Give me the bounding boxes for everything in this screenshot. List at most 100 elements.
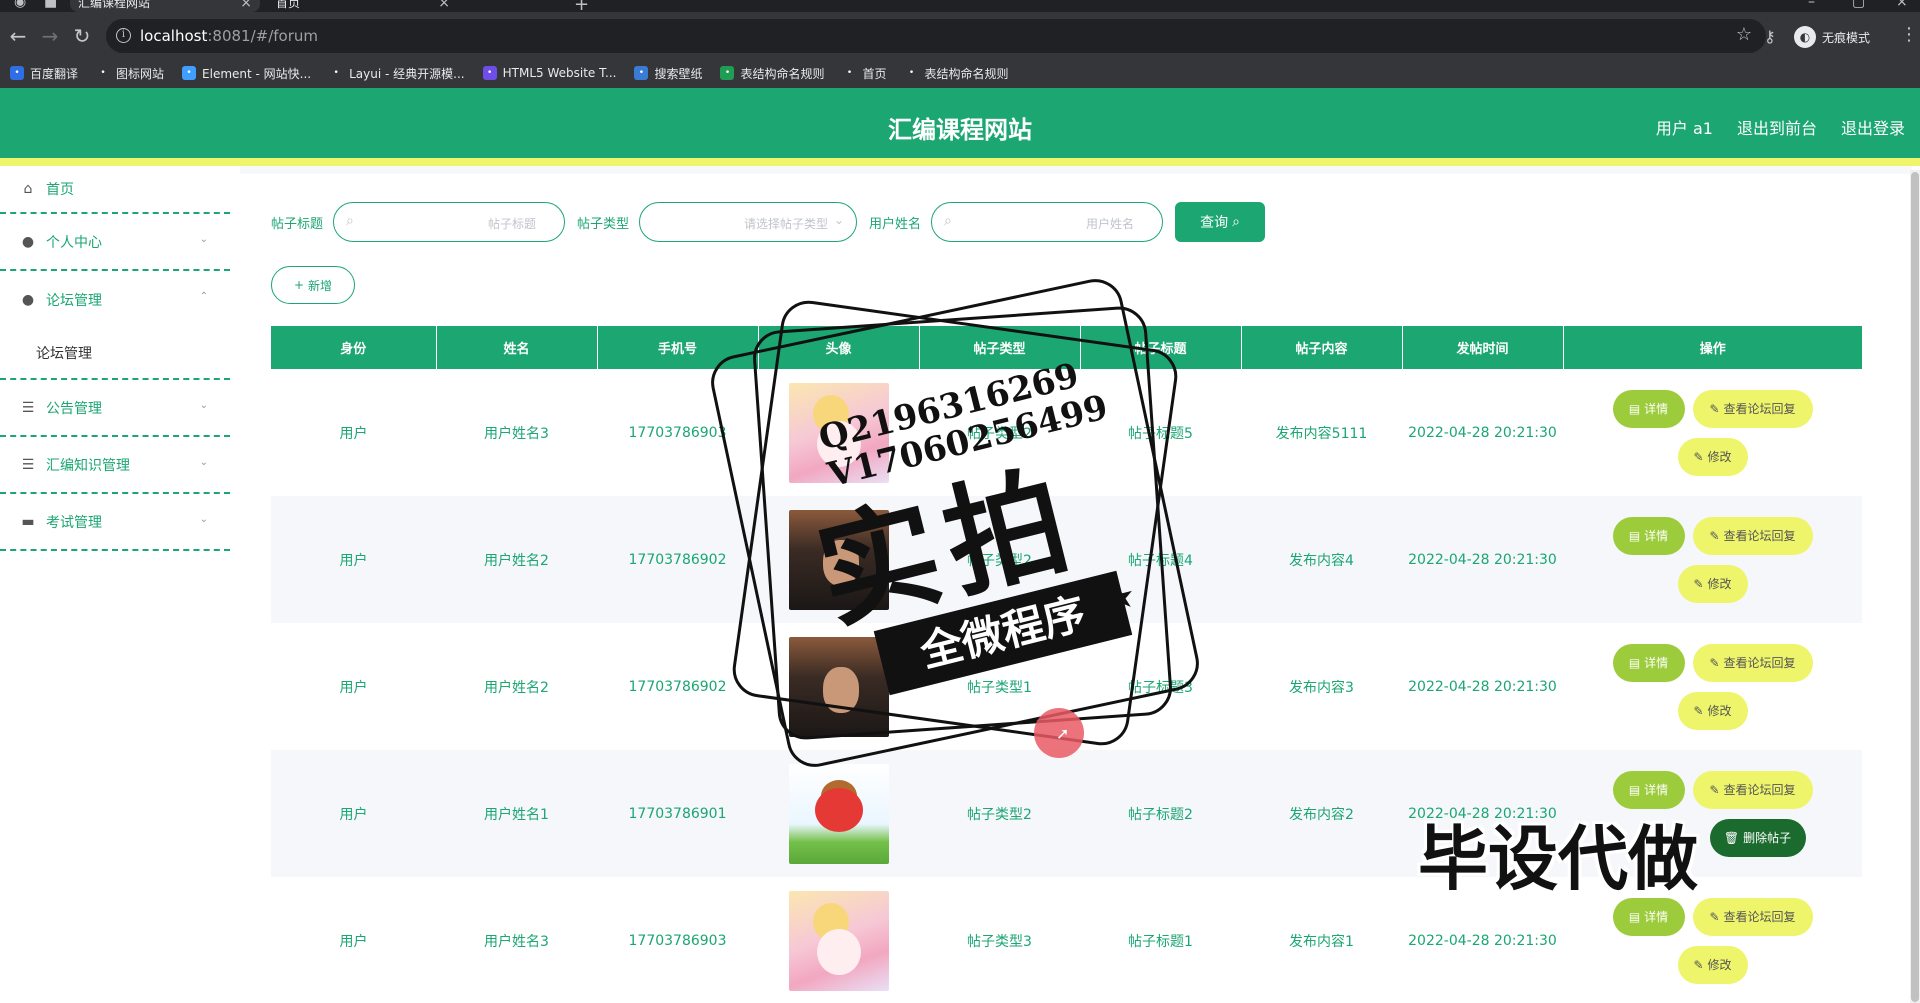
sidebar-subitem-label: 论坛管理 xyxy=(36,346,92,362)
edit-button[interactable]: ✎ 修改 xyxy=(1677,437,1748,476)
sidebar-item-label: 个人中心 xyxy=(46,234,102,251)
edit-button[interactable]: ✎ 修改 xyxy=(1677,564,1748,603)
url-field[interactable]: i localhost:8081/#/forum ☆ xyxy=(106,19,1766,53)
bookmark-item[interactable]: • 表结构命名规则 xyxy=(720,65,824,82)
site-info-icon[interactable]: i xyxy=(116,28,131,43)
sidebar-item-exam[interactable]: ▬ 考试管理 ⌄ xyxy=(0,494,230,551)
bookmark-label: 搜索壁纸 xyxy=(654,66,703,81)
globe-icon: • xyxy=(842,66,857,80)
cell-phone: 17703786903 xyxy=(628,424,727,441)
view-reply-button[interactable]: ✎ 查看论坛回复 xyxy=(1692,516,1813,555)
add-button[interactable]: + 新增 xyxy=(271,266,355,304)
layui-icon: • xyxy=(329,66,344,80)
key-icon[interactable]: ⚷ xyxy=(1764,27,1776,46)
scrollbar-thumb[interactable] xyxy=(1911,172,1919,1002)
cell-name: 用户姓名3 xyxy=(484,933,549,950)
tab-active[interactable]: 汇编课程网站 × xyxy=(70,0,260,12)
baidu-translate-icon: • xyxy=(10,66,24,80)
back-to-frontend-link[interactable]: 退出到前台 xyxy=(1737,115,1817,139)
detail-button[interactable]: ▤ 详情 xyxy=(1612,516,1685,555)
view-reply-button[interactable]: ✎ 查看论坛回复 xyxy=(1692,770,1813,809)
view-reply-button[interactable]: ✎ 查看论坛回复 xyxy=(1692,389,1813,428)
view-reply-button-label: 查看论坛回复 xyxy=(1723,402,1796,416)
current-user-link[interactable]: 用户 a1 xyxy=(1656,115,1713,139)
more-menu-icon[interactable]: ⋮ xyxy=(1900,24,1918,45)
type-select[interactable]: 请选择帖子类型 ⌄ xyxy=(639,202,858,242)
tab-close-icon[interactable]: × xyxy=(438,0,450,11)
bookmark-item[interactable]: • Layui - 经典开源模... xyxy=(329,65,465,82)
add-label: 新增 xyxy=(308,278,333,293)
edit-button[interactable]: ✎ 修改 xyxy=(1677,691,1748,730)
bookmark-item[interactable]: • Element - 网站快... xyxy=(182,65,311,82)
close-window-icon[interactable]: × xyxy=(1896,0,1908,10)
cell-identity: 用户 xyxy=(271,496,436,623)
document-icon: ▤ xyxy=(1628,401,1641,416)
cell-content: 发布内容2 xyxy=(1241,750,1402,877)
detail-button-label: 详情 xyxy=(1644,910,1669,924)
edit-icon: ✎ xyxy=(1693,576,1704,591)
edit-icon: ✎ xyxy=(1709,655,1720,670)
chevron-down-icon: ⌄ xyxy=(199,234,208,245)
incognito-label: 无痕模式 xyxy=(1822,30,1871,45)
delete-post-button[interactable]: 🗑 删除帖子 xyxy=(1709,818,1806,857)
tab-close-icon[interactable]: × xyxy=(240,0,252,11)
cell-time: 2022-04-28 20:21:30 xyxy=(1408,678,1557,695)
query-button[interactable]: 查询 ⌕ xyxy=(1175,202,1266,242)
edit-icon: ✎ xyxy=(1709,782,1720,797)
bookmark-item[interactable]: • 图标网站 xyxy=(96,65,164,82)
forward-icon[interactable]: → xyxy=(38,24,62,48)
bookmark-item[interactable]: • 搜索壁纸 xyxy=(634,65,702,82)
sidebar-item-personal-center[interactable]: ● 个人中心 ⌄ xyxy=(0,214,230,271)
user-search-input[interactable]: ⌕ 用户姓名 xyxy=(931,202,1164,242)
list-icon: ☰ xyxy=(21,399,35,416)
sidebar-item-label: 论坛管理 xyxy=(46,292,102,309)
reload-icon[interactable]: ↻ xyxy=(70,24,94,48)
incognito-badge[interactable]: ◐ 无痕模式 xyxy=(1794,26,1870,48)
view-reply-button[interactable]: ✎ 查看论坛回复 xyxy=(1692,897,1813,936)
edit-button[interactable]: ✎ 修改 xyxy=(1677,945,1748,984)
header-accent-strip xyxy=(0,158,1920,166)
bookmark-item[interactable]: • HTML5 Website T... xyxy=(482,66,616,80)
edit-icon: ✎ xyxy=(1693,957,1704,972)
user-icon: ● xyxy=(21,233,35,250)
logout-link[interactable]: 退出登录 xyxy=(1841,115,1905,139)
edit-button-label: 修改 xyxy=(1707,958,1732,972)
sidebar: ⌂ 首页 ● 个人中心 ⌄ ● 论坛管理 ⌃ 论坛管理 ☰ 公告管理 ⌄ ☰ 汇… xyxy=(0,166,230,1003)
search-icon: ⌕ xyxy=(1232,214,1240,230)
sidebar-group-forum: ● 论坛管理 ⌃ 论坛管理 xyxy=(0,271,230,380)
sidebar-subitem-forum-management[interactable]: 论坛管理 xyxy=(0,328,230,378)
cell-operations: ▤ 详情 ✎ 查看论坛回复 ✎ 修改 xyxy=(1563,496,1862,623)
bookmark-item[interactable]: • 首页 xyxy=(842,65,887,82)
minimize-icon[interactable]: – xyxy=(1808,0,1815,10)
edit-button-label: 修改 xyxy=(1707,450,1732,464)
document-icon: ▤ xyxy=(1628,655,1641,670)
avatar xyxy=(788,890,889,991)
cell-title: 帖子标题3 xyxy=(1128,679,1193,696)
detail-button[interactable]: ▤ 详情 xyxy=(1612,643,1685,682)
maximize-icon[interactable]: ▢ xyxy=(1852,0,1865,10)
user-placeholder: 用户姓名 xyxy=(1086,217,1135,231)
title-search-input[interactable]: ⌕ 帖子标题 xyxy=(333,202,566,242)
list-icon: ☰ xyxy=(21,456,35,473)
bookmark-item[interactable]: • 百度翻译 xyxy=(10,65,78,82)
view-reply-button-label: 查看论坛回复 xyxy=(1723,783,1796,797)
sidebar-item-home[interactable]: ⌂ 首页 xyxy=(0,166,230,214)
cell-identity: 用户 xyxy=(271,750,436,877)
view-reply-button[interactable]: ✎ 查看论坛回复 xyxy=(1692,643,1813,682)
document-icon: ▤ xyxy=(1628,782,1641,797)
edit-icon: ✎ xyxy=(1709,909,1720,924)
bookmarks-bar: • 百度翻译 • 图标网站 • Element - 网站快... • Layui - 经典开源… xyxy=(0,58,1920,88)
tab-home[interactable]: 首页 × xyxy=(268,0,458,12)
back-icon[interactable]: ← xyxy=(6,24,30,48)
detail-button[interactable]: ▤ 详情 xyxy=(1612,389,1685,428)
sidebar-item-forum-management[interactable]: ● 论坛管理 ⌃ xyxy=(0,271,230,328)
cell-time: 2022-04-28 20:21:30 xyxy=(1408,424,1557,441)
cell-name: 用户姓名1 xyxy=(436,750,597,877)
cell-content: 发布内容4 xyxy=(1241,496,1402,623)
sidebar-item-announcement[interactable]: ☰ 公告管理 ⌄ xyxy=(0,380,230,437)
bookmark-star-icon[interactable]: ☆ xyxy=(1736,24,1752,45)
bookmark-item[interactable]: • 表结构命名规则 xyxy=(904,65,1009,82)
sidebar-item-knowledge[interactable]: ☰ 汇编知识管理 ⌄ xyxy=(0,437,230,494)
view-reply-button-label: 查看论坛回复 xyxy=(1723,910,1796,924)
search-form: 帖子标题 ⌕ 帖子标题 帖子类型 请选择帖子类型 ⌄ 用户姓名 ⌕ 用户姓名 查… xyxy=(271,202,1266,242)
